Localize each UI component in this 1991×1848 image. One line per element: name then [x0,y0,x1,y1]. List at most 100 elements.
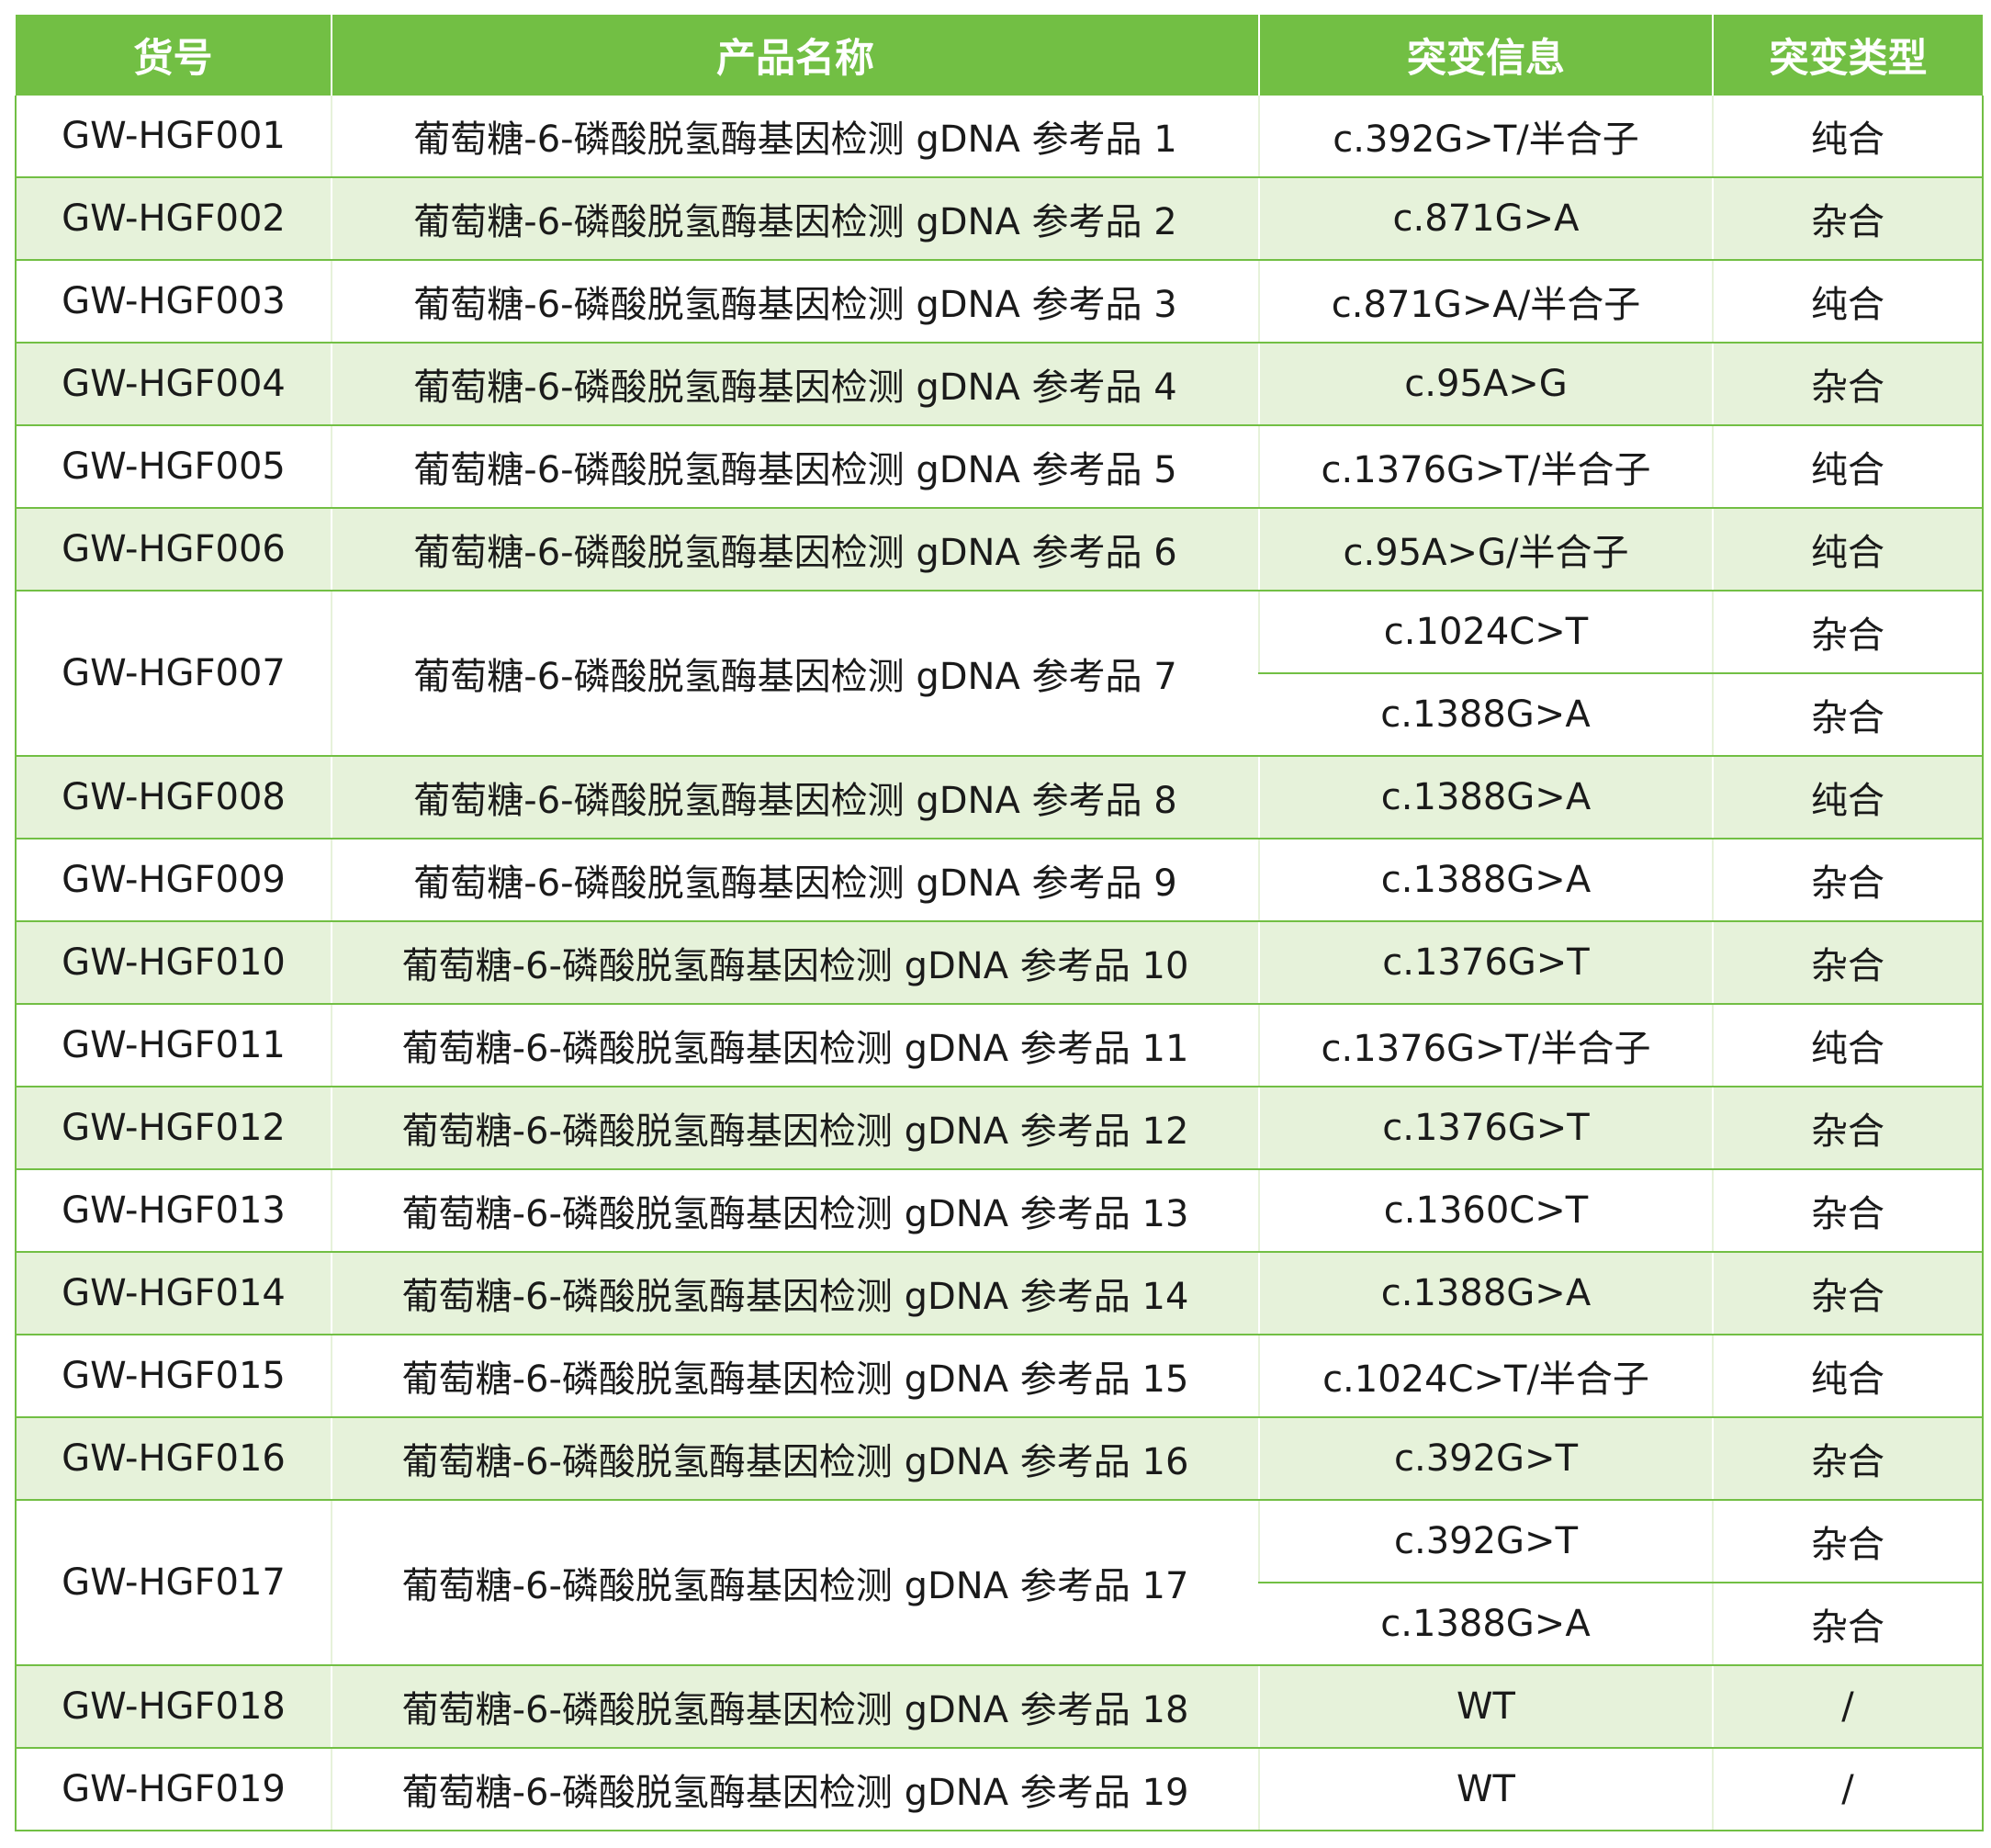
header-product-name: 产品名称 [331,15,1259,96]
product-name-cell: 葡萄糖-6-磷酸脱氢酶基因检测 gDNA 参考品 7 [331,591,1259,757]
table-row: GW-HGF008 葡萄糖-6-磷酸脱氢酶基因检测 gDNA 参考品 8 c.138… [16,756,1983,839]
table-row: GW-HGF005 葡萄糖-6-磷酸脱氢酶基因检测 gDNA 参考品 5 c.137… [16,425,1983,509]
mutation-type-cell: 杂合 [1712,839,1983,922]
product-name-cell: 葡萄糖-6-磷酸脱氢酶基因检测 gDNA 参考品 16 [331,1417,1259,1501]
table-row: GW-HGF011 葡萄糖-6-磷酸脱氢酶基因检测 gDNA 参考品 11 c.13… [16,1004,1983,1087]
mutation-type-cell: 杂合 [1712,1169,1983,1253]
table-row: GW-HGF017 葡萄糖-6-磷酸脱氢酶基因检测 gDNA 参考品 17 c.39… [16,1500,1983,1666]
table-row: GW-HGF003 葡萄糖-6-磷酸脱氢酶基因检测 gDNA 参考品 3 c.871… [16,260,1983,344]
header-mutation-type: 突变类型 [1712,15,1983,96]
item-number-cell: GW-HGF017 [16,1500,332,1666]
mutation-info-cell: c.95A>G [1258,343,1713,426]
item-number-cell: GW-HGF008 [16,756,332,839]
product-table: 货号 产品名称 突变信息 突变类型 GW-HGF001 葡萄糖-6-磷酸脱氢酶基因… [15,15,1984,1831]
item-number-cell: GW-HGF011 [16,1004,332,1087]
mutation-type-cell: 纯合 [1712,425,1983,509]
product-name-cell: 葡萄糖-6-磷酸脱氢酶基因检测 gDNA 参考品 15 [331,1335,1259,1418]
table-row: GW-HGF001 葡萄糖-6-磷酸脱氢酶基因检测 gDNA 参考品 1 c.392… [16,96,1983,178]
table-body: GW-HGF001 葡萄糖-6-磷酸脱氢酶基因检测 gDNA 参考品 1 c.392… [16,96,1983,1831]
table-row: GW-HGF009 葡萄糖-6-磷酸脱氢酶基因检测 gDNA 参考品 9 c.138… [16,839,1983,922]
table-row: GW-HGF004 葡萄糖-6-磷酸脱氢酶基因检测 gDNA 参考品 4 c.95A… [16,343,1983,426]
product-name-cell: 葡萄糖-6-磷酸脱氢酶基因检测 gDNA 参考品 3 [331,260,1259,344]
mutation-info-cell: WT [1258,1665,1713,1749]
table-header-row: 货号 产品名称 突变信息 突变类型 [16,15,1983,96]
mutation-type-cell: 纯合 [1712,260,1983,344]
table-row: GW-HGF014 葡萄糖-6-磷酸脱氢酶基因检测 gDNA 参考品 14 c.13… [16,1252,1983,1335]
mutation-type-cell: 杂合 [1712,1417,1983,1501]
product-name-cell: 葡萄糖-6-磷酸脱氢酶基因检测 gDNA 参考品 2 [331,177,1259,261]
mutation-type-cell: 杂合 [1712,177,1983,261]
mutation-info-cell: c.1024C>T [1258,591,1713,674]
product-name-cell: 葡萄糖-6-磷酸脱氢酶基因检测 gDNA 参考品 5 [331,425,1259,509]
item-number-cell: GW-HGF019 [16,1748,332,1831]
mutation-info-cell: c.1388G>A [1258,756,1713,839]
product-name-cell: 葡萄糖-6-磷酸脱氢酶基因检测 gDNA 参考品 10 [331,921,1259,1005]
mutation-type-cell: 杂合 [1712,1500,1983,1583]
product-name-cell: 葡萄糖-6-磷酸脱氢酶基因检测 gDNA 参考品 18 [331,1665,1259,1749]
mutation-info-cell: c.392G>T/半合子 [1258,96,1713,178]
mutation-type-cell: 纯合 [1712,96,1983,178]
item-number-cell: GW-HGF018 [16,1665,332,1749]
item-number-cell: GW-HGF009 [16,839,332,922]
mutation-type-cell: / [1712,1665,1983,1749]
mutation-type-cell: 杂合 [1712,1252,1983,1335]
mutation-info-cell: c.392G>T [1258,1417,1713,1501]
mutation-info-cell: c.1388G>A [1258,1252,1713,1335]
mutation-type-cell: 杂合 [1712,1087,1983,1170]
product-name-cell: 葡萄糖-6-磷酸脱氢酶基因检测 gDNA 参考品 4 [331,343,1259,426]
header-mutation-info: 突变信息 [1258,15,1713,96]
mutation-type-cell: / [1712,1748,1983,1831]
mutation-info-cell: c.1376G>T/半合子 [1258,425,1713,509]
mutation-info-cell: WT [1258,1748,1713,1831]
mutation-info-cell: c.871G>A [1258,177,1713,261]
product-name-cell: 葡萄糖-6-磷酸脱氢酶基因检测 gDNA 参考品 9 [331,839,1259,922]
item-number-cell: GW-HGF007 [16,591,332,757]
table-row: GW-HGF006 葡萄糖-6-磷酸脱氢酶基因检测 gDNA 参考品 6 c.95A… [16,508,1983,592]
item-number-cell: GW-HGF001 [16,96,332,178]
mutation-type-cell: 杂合 [1712,673,1983,757]
mutation-type-cell: 纯合 [1712,508,1983,592]
table-row: GW-HGF016 葡萄糖-6-磷酸脱氢酶基因检测 gDNA 参考品 16 c.39… [16,1417,1983,1501]
product-name-cell: 葡萄糖-6-磷酸脱氢酶基因检测 gDNA 参考品 11 [331,1004,1259,1087]
mutation-type-cell: 杂合 [1712,591,1983,674]
item-number-cell: GW-HGF015 [16,1335,332,1418]
mutation-info-cell: c.871G>A/半合子 [1258,260,1713,344]
item-number-cell: GW-HGF014 [16,1252,332,1335]
item-number-cell: GW-HGF006 [16,508,332,592]
mutation-info-cell: c.1376G>T [1258,921,1713,1005]
table-row: GW-HGF019 葡萄糖-6-磷酸脱氢酶基因检测 gDNA 参考品 19 WT / [16,1748,1983,1831]
item-number-cell: GW-HGF013 [16,1169,332,1253]
mutation-type-cell: 杂合 [1712,1583,1983,1666]
mutation-info-cell: c.392G>T [1258,1500,1713,1583]
item-number-cell: GW-HGF012 [16,1087,332,1170]
mutation-info-cell: c.1388G>A [1258,839,1713,922]
product-name-cell: 葡萄糖-6-磷酸脱氢酶基因检测 gDNA 参考品 6 [331,508,1259,592]
mutation-type-cell: 纯合 [1712,756,1983,839]
table-row: GW-HGF018 葡萄糖-6-磷酸脱氢酶基因检测 gDNA 参考品 18 WT / [16,1665,1983,1749]
mutation-type-cell: 杂合 [1712,343,1983,426]
product-name-cell: 葡萄糖-6-磷酸脱氢酶基因检测 gDNA 参考品 1 [331,96,1259,178]
mutation-type-cell: 杂合 [1712,921,1983,1005]
product-name-cell: 葡萄糖-6-磷酸脱氢酶基因检测 gDNA 参考品 12 [331,1087,1259,1170]
mutation-type-cell: 纯合 [1712,1335,1983,1418]
item-number-cell: GW-HGF010 [16,921,332,1005]
product-name-cell: 葡萄糖-6-磷酸脱氢酶基因检测 gDNA 参考品 14 [331,1252,1259,1335]
header-item-number: 货号 [16,15,332,96]
item-number-cell: GW-HGF005 [16,425,332,509]
product-name-cell: 葡萄糖-6-磷酸脱氢酶基因检测 gDNA 参考品 19 [331,1748,1259,1831]
item-number-cell: GW-HGF016 [16,1417,332,1501]
mutation-type-cell: 纯合 [1712,1004,1983,1087]
mutation-info-cell: c.1376G>T/半合子 [1258,1004,1713,1087]
item-number-cell: GW-HGF003 [16,260,332,344]
mutation-info-cell: c.95A>G/半合子 [1258,508,1713,592]
item-number-cell: GW-HGF004 [16,343,332,426]
table-row: GW-HGF010 葡萄糖-6-磷酸脱氢酶基因检测 gDNA 参考品 10 c.13… [16,921,1983,1005]
product-name-cell: 葡萄糖-6-磷酸脱氢酶基因检测 gDNA 参考品 17 [331,1500,1259,1666]
table-row: GW-HGF002 葡萄糖-6-磷酸脱氢酶基因检测 gDNA 参考品 2 c.871… [16,177,1983,261]
item-number-cell: GW-HGF002 [16,177,332,261]
mutation-info-cell: c.1388G>A [1259,1583,1713,1666]
table-row: GW-HGF015 葡萄糖-6-磷酸脱氢酶基因检测 gDNA 参考品 15 c.10… [16,1335,1983,1418]
table-row: GW-HGF012 葡萄糖-6-磷酸脱氢酶基因检测 gDNA 参考品 12 c.13… [16,1087,1983,1170]
mutation-info-cell: c.1024C>T/半合子 [1258,1335,1713,1418]
mutation-info-cell: c.1376G>T [1258,1087,1713,1170]
